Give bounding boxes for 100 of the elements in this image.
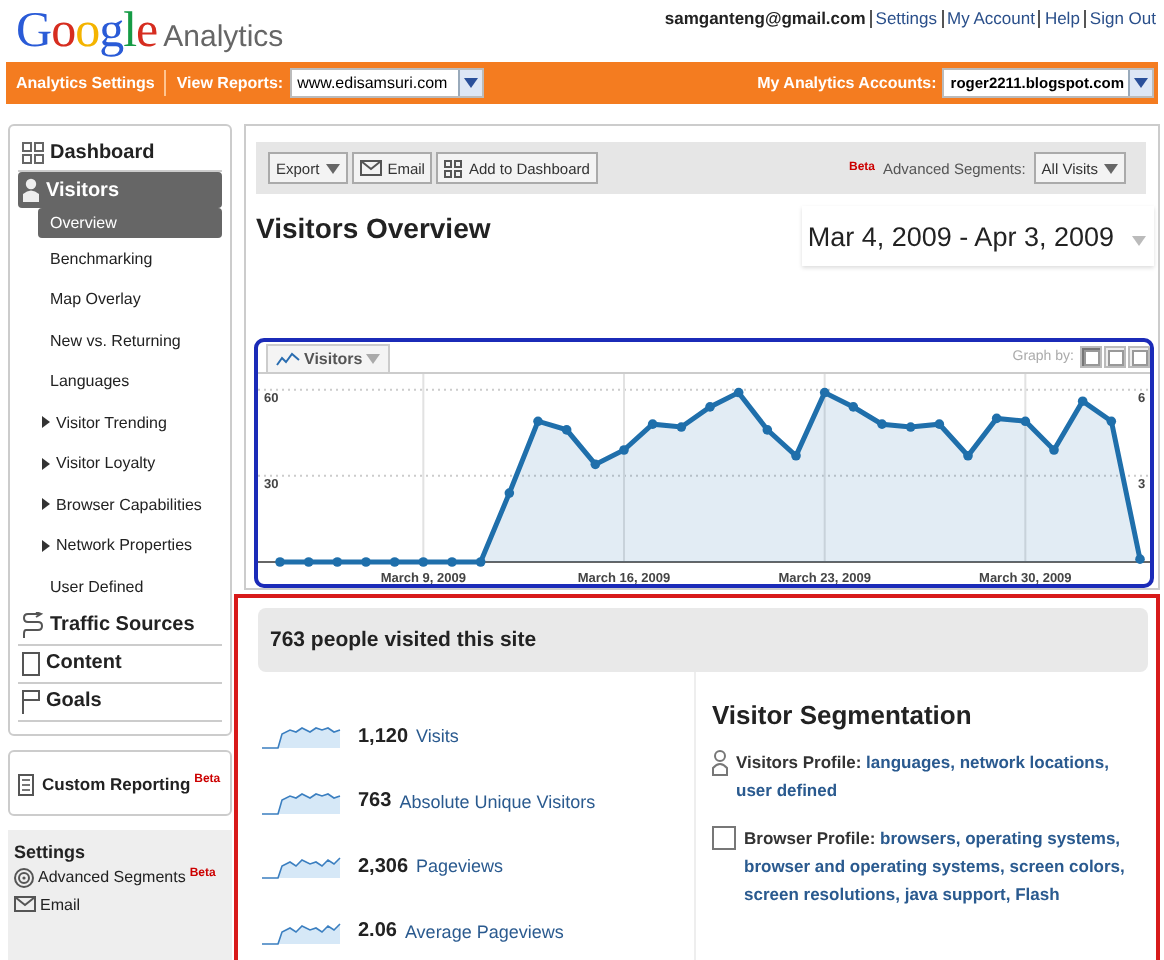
metric-value: 1,120 [358,725,409,748]
profile-link[interactable]: java support, [904,884,1011,904]
data-point [590,459,601,470]
header-link[interactable]: Help [1044,8,1080,28]
graph-by-button[interactable] [1104,346,1126,368]
arrows-icon [22,611,44,639]
data-point [561,425,572,435]
metric-value: 2,306 [358,855,409,878]
profile-link[interactable]: Flash [1015,884,1060,904]
metric-tab[interactable]: Visitors [266,344,391,372]
data-point [877,419,887,429]
header-link[interactable]: Settings [875,8,937,28]
sparkline [262,722,342,751]
data-point [1077,396,1088,406]
profile-link[interactable]: screen resolutions, [744,884,900,904]
data-point [389,557,400,567]
summary-headline: 763 people visited this site [258,608,1148,672]
field-label: My Analytics Accounts: [757,74,937,92]
metric-value: 2.06 [358,920,397,943]
caret-icon [1132,235,1146,245]
person-icon [712,750,728,776]
sidebar-item[interactable]: Map Overlay [38,279,222,320]
data-point [303,557,314,567]
site-dropdown[interactable]: www.edisamsuri.com [289,68,484,98]
caret-icon [325,163,340,173]
header-link[interactable]: My Account [947,8,1035,28]
data-point [848,402,859,412]
browser-icon [712,826,736,850]
date-range-picker[interactable]: Mar 4, 2009 - Apr 3, 2009 [801,206,1154,266]
product-name: Analytics [163,20,284,54]
profile-link[interactable]: browsers, [880,828,961,848]
data-point [418,557,429,567]
data-point [791,450,801,461]
data-point [361,557,371,567]
data-point [819,387,830,398]
data-point [991,413,1002,424]
triangle-icon [42,498,50,511]
profile-link[interactable]: operating systems, [965,828,1121,848]
sidebar-item[interactable]: Benchmarking [38,238,222,279]
sparkline [262,787,342,816]
caret-icon [366,354,381,364]
profile-link[interactable]: network locations, [959,752,1109,772]
sparkline [262,917,342,946]
sidebar-section[interactable]: Traffic Sources [18,607,222,645]
data-point [963,450,973,461]
email-link[interactable]: Email [14,895,81,913]
header-link[interactable]: Sign Out [1089,8,1156,28]
sidebar-item[interactable]: Visitor Trending [38,402,222,443]
envelope-icon [14,896,36,912]
user-email: samganteng@gmail.com [664,8,866,28]
envelope-icon [359,160,382,176]
data-point [533,416,543,427]
settings-heading: Settings [14,841,88,861]
sidebar-item[interactable]: Languages [38,361,222,402]
data-point [619,445,629,455]
profile-link[interactable]: user defined [736,780,838,800]
metric-link[interactable]: Visits [416,726,459,747]
data-point [1020,416,1031,427]
sidebar-item[interactable]: Network Properties [38,525,222,566]
graph-by-button[interactable] [1080,346,1102,368]
data-point [332,557,343,567]
sidebar-item[interactable]: New vs. Returning [38,320,222,361]
person-icon [22,178,40,202]
grid-icon [22,141,44,163]
caret-icon [1134,78,1148,88]
data-point [647,419,658,429]
sidebar-item[interactable]: User Defined [38,566,222,607]
data-point [1135,554,1145,564]
profile-link[interactable]: browser and operating systems, [744,856,1005,876]
metric-link[interactable]: Absolute Unique Visitors [399,791,596,812]
sidebar-item[interactable]: Overview [38,208,222,238]
graph-by-button[interactable] [1128,346,1150,368]
data-point [504,488,515,498]
google-logo: Google [16,4,158,60]
sidebar-section[interactable]: Goals [18,683,222,721]
target-icon [14,867,34,887]
data-point [762,425,773,435]
document-icon [18,773,34,795]
data-point [447,557,457,567]
sidebar-item[interactable]: Visitor Loyalty [38,443,222,484]
data-point [275,557,285,567]
triangle-icon [42,539,50,552]
data-point [733,387,744,398]
metric-link[interactable]: Pageviews [416,856,504,877]
profile-label: Browser Profile: [744,828,876,848]
custom-reporting-link[interactable]: Custom Reporting [18,773,191,795]
sidebar-item[interactable]: Browser Capabilities [38,484,222,525]
profile-label: Visitors Profile: [736,752,862,772]
sidebar-section[interactable]: Content [18,645,222,683]
data-point [1049,445,1059,455]
sidebar-section[interactable]: Visitors [18,172,222,208]
flag-icon [22,689,40,713]
section-heading: Visitor Segmentation [712,700,974,730]
data-point [676,422,687,432]
line-icon [276,352,300,366]
metric-link[interactable]: Average Pageviews [404,921,564,942]
data-point [905,422,916,432]
profile-link[interactable]: screen colors, [1009,856,1125,876]
profile-link[interactable]: languages, [866,752,955,772]
advanced-segments-link[interactable]: Advanced Segments [14,867,186,887]
